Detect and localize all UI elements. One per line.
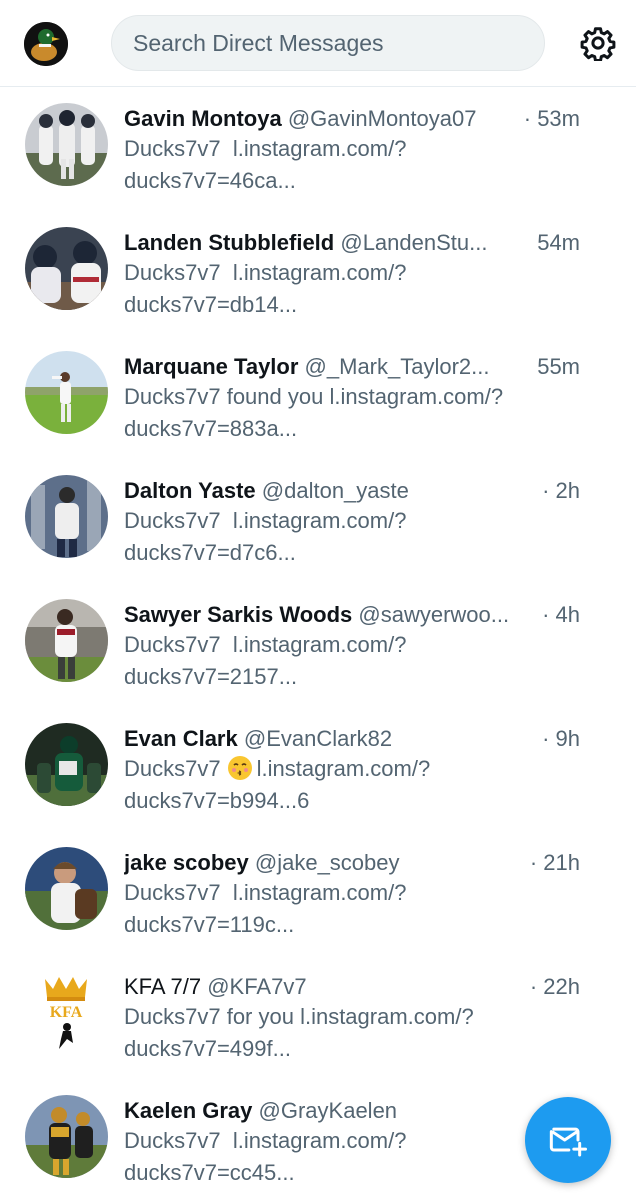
message-time: · 4h: [536, 600, 580, 630]
message-time: 55m: [531, 352, 580, 382]
conversation-header: Sawyer Sarkis Woods @sawyerwoo...: [124, 600, 580, 630]
conversation-item[interactable]: KFA KFA 7/7 @KFA7v7 · 22h Ducks7v7 for y…: [0, 954, 636, 1078]
display-name: Gavin Montoya: [124, 106, 282, 131]
conversation-item[interactable]: Marquane Taylor @_Mark_Taylor2... 55m Du…: [0, 334, 636, 458]
user-handle: @GrayKaelen: [258, 1098, 398, 1123]
conversation-item[interactable]: Landen Stubblefield @LandenStu... 54m Du…: [0, 210, 636, 334]
message-time: · 2h: [536, 476, 580, 506]
message-time: · 9h: [536, 724, 580, 754]
message-time: 54m: [531, 228, 580, 258]
user-avatar: [25, 227, 108, 310]
message-preview: Ducks7v7 l.instagram.com/? ducks7v7=46ca…: [124, 136, 407, 193]
user-handle: @dalton_yaste: [261, 478, 409, 503]
conversation-item[interactable]: Dalton Yaste @dalton_yaste · 2h Ducks7v7…: [0, 458, 636, 582]
header-bar: [0, 0, 636, 87]
conversation-header: KFA 7/7 @KFA7v7: [124, 972, 580, 1002]
user-avatar: [25, 723, 108, 806]
message-preview: Ducks7v7 l.instagram.com/? ducks7v7=b994.…: [124, 753, 574, 817]
display-name: Marquane Taylor: [124, 354, 299, 379]
search-field[interactable]: [111, 15, 545, 71]
message-preview: Ducks7v7 l.instagram.com/? ducks7v7=d7c6…: [124, 508, 407, 565]
user-avatar: KFA: [25, 971, 108, 1054]
display-name: Evan Clark: [124, 726, 238, 751]
conversation-item[interactable]: Evan Clark @EvanClark82 · 9h Ducks7v7 l.i…: [0, 706, 636, 830]
display-name: KFA 7/7: [124, 974, 202, 999]
search-input[interactable]: [131, 28, 544, 58]
display-name: Sawyer Sarkis Woods: [124, 602, 353, 627]
conversation-item[interactable]: Sawyer Sarkis Woods @sawyerwoo... · 4h D…: [0, 582, 636, 706]
message-preview: Ducks7v7 for you l.instagram.com/? ducks…: [124, 1004, 474, 1061]
duck-logo-icon: [24, 22, 68, 66]
user-avatar: [25, 599, 108, 682]
display-name: Dalton Yaste: [124, 478, 256, 503]
profile-avatar[interactable]: [24, 22, 68, 66]
new-message-button[interactable]: [525, 1097, 611, 1183]
message-text-before: Ducks7v7: [124, 756, 221, 781]
gear-icon[interactable]: [580, 25, 616, 63]
user-handle: @jake_scobey: [254, 850, 400, 875]
kissing-face-emoji-icon: [227, 755, 253, 781]
display-name: jake scobey: [124, 850, 249, 875]
message-preview: Ducks7v7 l.instagram.com/? ducks7v7=cc45…: [124, 1128, 407, 1185]
message-time: · 22h: [523, 972, 580, 1002]
user-avatar: [25, 847, 108, 930]
conversation-header: Kaelen Gray @GrayKaelen: [124, 1096, 580, 1126]
conversation-item[interactable]: jake scobey @jake_scobey · 21h Ducks7v7 …: [0, 830, 636, 954]
user-handle: @EvanClark82: [243, 726, 393, 751]
message-time: · 21h: [523, 848, 580, 878]
message-preview: Ducks7v7 l.instagram.com/? ducks7v7=db14…: [124, 260, 407, 317]
avatar-logo-text: KFA: [50, 1004, 83, 1021]
display-name: Kaelen Gray: [124, 1098, 253, 1123]
user-avatar: [25, 1095, 108, 1178]
display-name: Landen Stubblefield: [124, 230, 335, 255]
message-preview: Ducks7v7 l.instagram.com/? ducks7v7=119c…: [124, 880, 407, 937]
conversation-header: Marquane Taylor @_Mark_Taylor2...: [124, 352, 580, 382]
conversation-header: Evan Clark @EvanClark82: [124, 724, 580, 754]
message-time: · 53m: [517, 104, 580, 134]
user-handle: @KFA7v7: [207, 974, 307, 999]
conversation-header: jake scobey @jake_scobey: [124, 848, 580, 878]
user-avatar: [25, 351, 108, 434]
conversation-header: Landen Stubblefield @LandenStu...: [124, 228, 580, 258]
user-handle: @sawyerwoo...: [358, 602, 510, 627]
conversation-item[interactable]: Gavin Montoya @GavinMontoya07 · 53m Duck…: [0, 86, 636, 210]
conversation-header: Dalton Yaste @dalton_yaste: [124, 476, 580, 506]
user-handle: @GavinMontoya07: [287, 106, 477, 131]
message-preview: Ducks7v7 found you l.instagram.com/? duc…: [124, 384, 504, 441]
user-avatar: [25, 103, 108, 186]
new-message-icon: [549, 1127, 587, 1157]
conversation-header: Gavin Montoya @GavinMontoya07: [124, 104, 580, 134]
user-handle: @_Mark_Taylor2...: [304, 354, 490, 379]
user-avatar: [25, 475, 108, 558]
user-handle: @LandenStu...: [340, 230, 488, 255]
message-preview: Ducks7v7 l.instagram.com/? ducks7v7=2157…: [124, 632, 407, 689]
